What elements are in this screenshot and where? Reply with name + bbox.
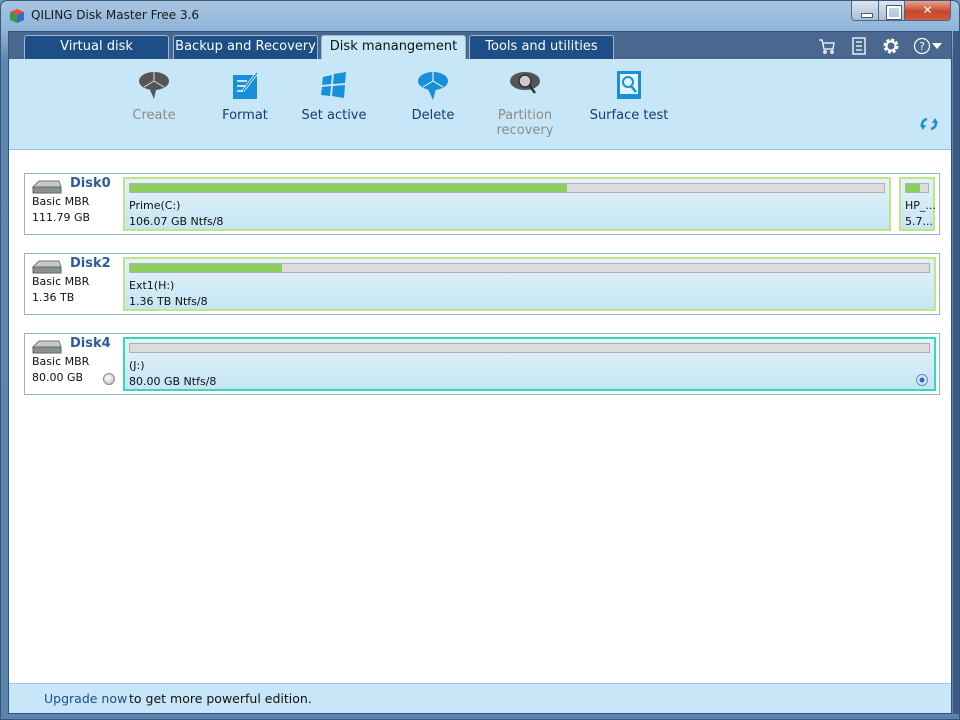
disk-info[interactable]: Disk0 Basic MBR 111.79 GB	[25, 174, 121, 234]
disk-info[interactable]: Disk2 Basic MBR 1.36 TB	[25, 254, 121, 314]
help-icon[interactable]: ?	[913, 36, 943, 56]
partition-prime-c[interactable]: Prime(C:) 106.07 GB Ntfs/8	[123, 177, 891, 231]
partition-name: Ext1(H:)	[129, 279, 175, 292]
partition-size: 106.07 GB Ntfs/8	[129, 215, 224, 228]
close-button[interactable]: ✕	[904, 1, 951, 21]
usage-bar	[129, 263, 930, 273]
set-active-label: Set active	[301, 108, 367, 123]
surface-test-label: Surface test	[589, 108, 669, 123]
disk-size: 80.00 GB	[32, 371, 84, 384]
partition-ext1-h[interactable]: Ext1(H:) 1.36 TB Ntfs/8	[123, 257, 936, 311]
partition-name: HP_...	[905, 199, 936, 212]
delete-button[interactable]: Delete	[383, 69, 483, 123]
disk-type: Basic MBR	[32, 355, 90, 368]
client-area: Virtual disk Backup and Recovery Disk ma…	[8, 31, 952, 714]
minimize-button[interactable]	[851, 1, 879, 21]
partition-recovery-label-line2: recovery	[496, 123, 554, 138]
create-button[interactable]: Create	[104, 69, 204, 123]
delete-partition-icon	[418, 72, 448, 100]
header-icons: ?	[817, 35, 943, 57]
partition-hp[interactable]: HP_... 5.7...	[899, 177, 936, 231]
tab-bar: Virtual disk Backup and Recovery Disk ma…	[9, 32, 951, 60]
tab-backup-and-recovery[interactable]: Backup and Recovery	[173, 35, 318, 59]
format-icon	[233, 72, 259, 99]
partition-recovery-button[interactable]: Partition recovery	[475, 69, 575, 138]
partition-name: Prime(C:)	[129, 199, 181, 212]
usage-bar-fill	[906, 184, 921, 192]
surface-test-button[interactable]: Surface test	[579, 69, 679, 123]
disk-info[interactable]: Disk4 Basic MBR 80.00 GB	[25, 334, 121, 394]
hard-drive-icon	[31, 340, 62, 354]
tab-tools-and-utilities[interactable]: Tools and utilities	[469, 35, 614, 59]
partition-size: 1.36 TB Ntfs/8	[129, 295, 208, 308]
disk-row-disk4[interactable]: Disk4 Basic MBR 80.00 GB (J:) 80.00 GB N…	[24, 333, 940, 395]
delete-label: Delete	[411, 108, 455, 123]
status-bar: Upgrade now to get more powerful edition…	[9, 683, 951, 713]
partition-size: 80.00 GB Ntfs/8	[129, 375, 217, 388]
partition-name: (J:)	[129, 359, 145, 372]
window-title: QILING Disk Master Free 3.6	[31, 8, 200, 22]
tab-disk-management[interactable]: Disk manangement	[321, 35, 466, 60]
surface-test-icon	[617, 71, 641, 99]
disk-name: Disk4	[70, 336, 111, 351]
partition-select-radio[interactable]	[916, 374, 928, 386]
notes-icon[interactable]	[849, 36, 869, 56]
disk-type: Basic MBR	[32, 195, 90, 208]
refresh-icon[interactable]	[919, 115, 939, 133]
disk-type: Basic MBR	[32, 275, 90, 288]
format-button[interactable]: Format	[195, 69, 295, 123]
disk-name: Disk0	[70, 176, 111, 191]
partition-size: 5.7...	[905, 215, 933, 228]
disk-row-disk0[interactable]: Disk0 Basic MBR 111.79 GB Prime(C:) 106.…	[24, 173, 940, 235]
gear-icon[interactable]	[881, 36, 901, 56]
tab-virtual-disk[interactable]: Virtual disk	[24, 35, 169, 59]
windows-logo-icon	[321, 72, 346, 98]
usage-bar	[129, 183, 885, 193]
disk-name: Disk2	[70, 256, 111, 271]
usage-bar	[129, 343, 930, 353]
partition-recovery-icon	[510, 72, 540, 94]
window-right-edge	[953, 31, 959, 714]
app-window: QILING Disk Master Free 3.6 ✕ Virtual di…	[0, 0, 960, 720]
maximize-button[interactable]	[878, 1, 905, 21]
upgrade-message: to get more powerful edition.	[129, 691, 312, 706]
set-active-button[interactable]: Set active	[284, 69, 384, 123]
disk-row-disk2[interactable]: Disk2 Basic MBR 1.36 TB Ext1(H:) 1.36 TB…	[24, 253, 940, 315]
close-icon: ✕	[922, 3, 933, 17]
title-bar[interactable]: QILING Disk Master Free 3.6 ✕	[1, 1, 959, 31]
partition-recovery-label-line1: Partition	[497, 108, 553, 123]
toolbar: Create Format Set active Delete Partitio…	[9, 59, 951, 150]
disk-size: 111.79 GB	[32, 211, 91, 224]
cart-icon[interactable]	[817, 36, 837, 56]
svg-text:?: ?	[919, 40, 925, 53]
create-label: Create	[132, 108, 176, 123]
usage-bar-fill	[130, 264, 282, 272]
upgrade-now-link[interactable]: Upgrade now	[44, 691, 127, 706]
disk-size: 1.36 TB	[32, 291, 75, 304]
hard-drive-icon	[31, 260, 62, 274]
usage-bar	[905, 183, 929, 193]
usage-bar-fill	[130, 184, 568, 192]
disk-select-radio[interactable]	[103, 373, 115, 385]
create-partition-icon	[139, 72, 169, 99]
format-label: Format	[222, 108, 268, 123]
hard-drive-icon	[31, 180, 62, 194]
app-logo-icon	[10, 9, 24, 23]
partition-j[interactable]: (J:) 80.00 GB Ntfs/8	[123, 337, 936, 391]
